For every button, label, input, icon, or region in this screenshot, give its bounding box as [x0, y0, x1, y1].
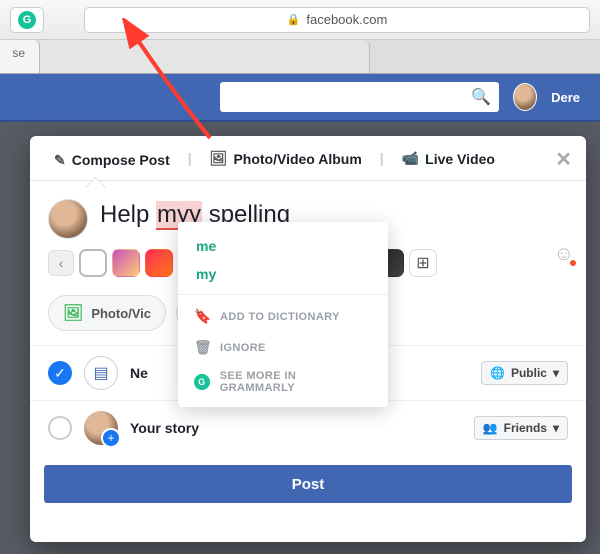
grammarly-icon: G	[18, 11, 36, 29]
profile-name[interactable]: Dere	[551, 90, 580, 105]
newsfeed-icon: ▤	[84, 356, 118, 390]
close-button[interactable]: ✕	[555, 147, 572, 180]
background-swatch[interactable]	[145, 249, 173, 277]
grammarly-add-label: ADD TO DICTIONARY	[220, 311, 340, 323]
newsfeed-radio[interactable]: ✓	[48, 361, 72, 385]
grammarly-ignore-label: IGNORE	[220, 342, 266, 354]
url-text: facebook.com	[306, 12, 387, 27]
browser-toolbar: G 🔒 facebook.com	[0, 0, 600, 40]
compose-tabs: ✎ Compose Post | 🖼 Photo/Video Album | 📹…	[30, 136, 586, 180]
story-label: Your story	[130, 420, 199, 436]
browser-tab-inactive[interactable]	[40, 40, 370, 73]
live-video-icon: 📹	[402, 150, 419, 167]
grammarly-popup: me my 🔖 ADD TO DICTIONARY 🗑 IGNORE G SEE…	[178, 222, 388, 407]
grammarly-icon: G	[194, 374, 210, 390]
story-privacy-button[interactable]: 👥 Friends ▾	[474, 416, 568, 440]
newsfeed-privacy-button[interactable]: 🌐 Public ▾	[481, 361, 568, 385]
pencil-icon: ✎	[54, 152, 66, 169]
bookmark-icon: 🔖	[194, 308, 210, 325]
photo-video-button[interactable]: 🖼 Photo/Vic	[48, 295, 166, 331]
friends-icon: 👥	[483, 421, 498, 435]
tab-album-label: Photo/Video Album	[233, 151, 361, 167]
grammarly-more-label: SEE MORE IN GRAMMARLY	[220, 370, 372, 394]
emoji-button[interactable]: ☺	[554, 243, 574, 266]
background-swatch[interactable]	[79, 249, 107, 277]
trash-icon: 🗑	[194, 339, 210, 356]
divider: |	[184, 150, 196, 176]
more-backgrounds-button[interactable]: ⊞	[409, 249, 437, 277]
audience-story-row: Your story 👥 Friends ▾	[30, 400, 586, 455]
facebook-header: 🔍 Dere	[0, 74, 600, 122]
newsfeed-label: Ne	[130, 365, 148, 381]
grammarly-suggestion[interactable]: me	[178, 232, 388, 260]
tab-compose-label: Compose Post	[72, 152, 170, 168]
grammarly-add-dictionary[interactable]: 🔖 ADD TO DICTIONARY	[178, 301, 388, 332]
url-bar[interactable]: 🔒 facebook.com	[84, 7, 590, 33]
newsfeed-privacy-label: Public	[511, 366, 547, 380]
search-icon: 🔍	[471, 87, 491, 107]
story-privacy-label: Friends	[504, 421, 547, 435]
story-radio[interactable]	[48, 416, 72, 440]
avatar	[48, 199, 88, 239]
grammarly-ignore[interactable]: 🗑 IGNORE	[178, 332, 388, 363]
tab-photo-album[interactable]: 🖼 Photo/Video Album	[200, 146, 372, 180]
post-button[interactable]: Post	[44, 465, 572, 503]
grammarly-extension-button[interactable]: G	[10, 7, 44, 33]
chevron-down-icon: ▾	[553, 366, 559, 380]
chevron-left-icon[interactable]: ‹	[48, 250, 74, 276]
browser-tabs: se	[0, 40, 600, 74]
avatar[interactable]	[513, 83, 537, 111]
globe-icon: 🌐	[490, 366, 505, 380]
facebook-search[interactable]: 🔍	[220, 82, 499, 112]
photo-icon: 🖼	[63, 303, 83, 323]
browser-tab-active[interactable]: se	[0, 40, 40, 73]
photo-album-icon: 🖼	[210, 150, 228, 167]
tab-live-video[interactable]: 📹 Live Video	[392, 146, 505, 180]
lock-icon: 🔒	[287, 13, 301, 26]
story-avatar	[84, 411, 118, 445]
grammarly-suggestion[interactable]: my	[178, 260, 388, 288]
chevron-down-icon: ▾	[553, 421, 559, 435]
post-text-segment: Help	[100, 201, 156, 228]
tab-compose-post[interactable]: ✎ Compose Post	[44, 148, 180, 179]
background-swatch[interactable]	[112, 249, 140, 277]
photo-video-label: Photo/Vic	[91, 306, 151, 321]
divider: |	[376, 150, 388, 176]
tab-live-label: Live Video	[425, 151, 495, 167]
grammarly-see-more[interactable]: G SEE MORE IN GRAMMARLY	[178, 363, 388, 401]
